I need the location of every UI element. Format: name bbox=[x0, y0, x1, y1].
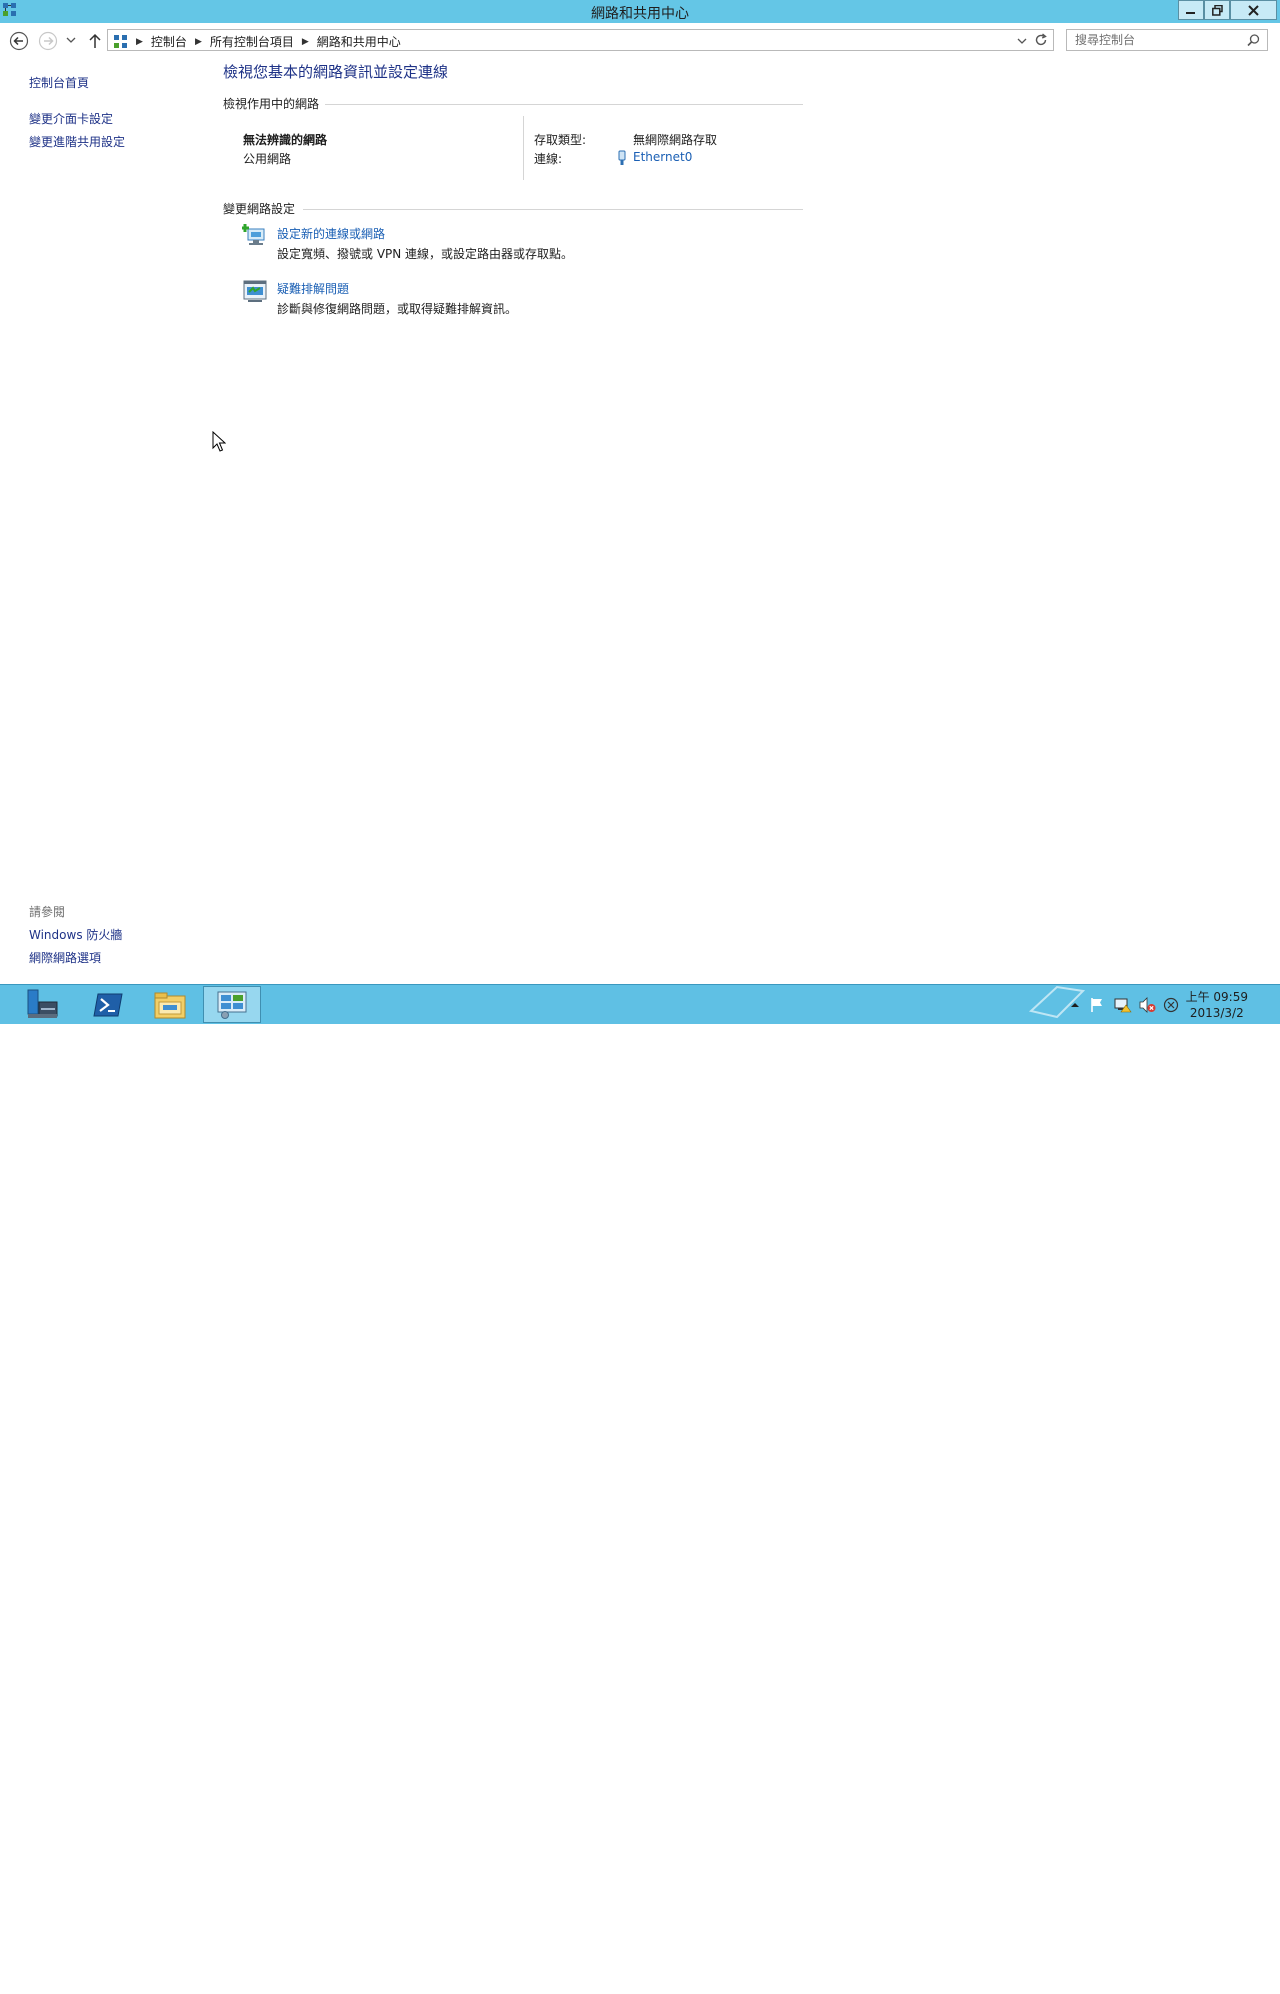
close-button[interactable] bbox=[1230, 0, 1277, 20]
search-icon[interactable] bbox=[1247, 34, 1260, 47]
volume-button[interactable] bbox=[1139, 985, 1157, 1025]
refresh-button[interactable] bbox=[1034, 33, 1048, 50]
see-also-internet-options[interactable]: 網際網路選項 bbox=[29, 949, 101, 966]
section-divider bbox=[303, 209, 803, 210]
minimize-icon bbox=[1186, 12, 1195, 14]
title-bar: 網路和共用中心 bbox=[0, 0, 1280, 23]
restore-icon bbox=[1211, 4, 1223, 16]
taskbar-control-panel[interactable] bbox=[203, 986, 261, 1023]
see-also-windows-firewall[interactable]: Windows 防火牆 bbox=[29, 926, 122, 943]
minimize-button[interactable] bbox=[1178, 0, 1204, 20]
change-settings-heading: 變更網路設定 bbox=[223, 202, 296, 216]
network-info-divider bbox=[523, 116, 524, 180]
breadcrumb: ▶ 控制台 ▶ 所有控制台項目 ▶ 網路和共用中心 bbox=[114, 33, 401, 50]
close-icon bbox=[1248, 4, 1259, 16]
troubleshoot-link[interactable]: 疑難排解問題 bbox=[277, 280, 349, 297]
back-arrow-icon bbox=[9, 31, 29, 51]
system-clock[interactable]: 上午 09:59 2013/3/2 bbox=[1186, 989, 1248, 1021]
network-name: 無法辨識的網路 bbox=[243, 133, 328, 147]
taskbar: TheCollectionBook 上午 09:59 2013/3/2 bbox=[0, 984, 1280, 1994]
recent-locations-button[interactable] bbox=[66, 36, 76, 44]
up-arrow-icon bbox=[89, 33, 101, 48]
clock-date: 2013/3/2 bbox=[1189, 1006, 1244, 1020]
chevron-right-icon[interactable]: ▶ bbox=[302, 37, 309, 47]
breadcrumb-network-center[interactable]: 網路和共用中心 bbox=[317, 33, 401, 50]
up-button[interactable] bbox=[88, 33, 102, 49]
flag-icon bbox=[1091, 998, 1102, 1012]
action-center-button[interactable] bbox=[1089, 985, 1105, 1025]
chevron-down-icon bbox=[1017, 38, 1027, 44]
search-box[interactable] bbox=[1066, 29, 1268, 51]
server-manager-icon bbox=[27, 989, 58, 1018]
chevron-right-icon[interactable]: ▶ bbox=[195, 37, 202, 47]
file-explorer-icon bbox=[154, 992, 186, 1018]
clock-time: 上午 09:59 bbox=[1185, 990, 1248, 1004]
troubleshoot-icon bbox=[243, 280, 267, 302]
forward-button[interactable] bbox=[38, 31, 58, 51]
restore-button[interactable] bbox=[1204, 0, 1230, 20]
mouse-pointer-icon bbox=[212, 431, 226, 452]
taskbar-file-explorer[interactable] bbox=[141, 986, 199, 1023]
back-button[interactable] bbox=[9, 31, 29, 51]
section-divider bbox=[325, 104, 803, 105]
taskbar-server-manager[interactable] bbox=[14, 986, 72, 1023]
active-networks-heading: 檢視作用中的網路 bbox=[223, 97, 320, 111]
address-dropdown-button[interactable] bbox=[1017, 34, 1027, 48]
network-type: 公用網路 bbox=[243, 152, 292, 166]
address-bar[interactable]: ▶ 控制台 ▶ 所有控制台項目 ▶ 網路和共用中心 bbox=[107, 29, 1054, 51]
search-input[interactable] bbox=[1067, 30, 1251, 50]
control-panel-icon bbox=[217, 991, 247, 1019]
sidebar-item-change-advanced-sharing[interactable]: 變更進階共用設定 bbox=[29, 133, 125, 150]
see-also-heading: 請參閱 bbox=[29, 905, 66, 919]
powershell-icon bbox=[93, 993, 123, 1016]
breadcrumb-control-panel[interactable]: 控制台 bbox=[151, 33, 187, 50]
chevron-down-icon bbox=[66, 37, 76, 43]
ethernet-connection-link[interactable]: Ethernet0 bbox=[633, 150, 692, 164]
navigation-bar: ▶ 控制台 ▶ 所有控制台項目 ▶ 網路和共用中心 bbox=[0, 23, 1280, 58]
troubleshoot-desc: 診斷與修復網路問題，或取得疑難排解資訊。 bbox=[277, 302, 518, 316]
connection-label: 連線: bbox=[534, 152, 563, 166]
network-warning-icon bbox=[1114, 998, 1132, 1013]
sidebar-item-change-adapter-settings[interactable]: 變更介面卡設定 bbox=[29, 110, 113, 127]
access-type-label: 存取類型: bbox=[534, 133, 587, 147]
ethernet-icon bbox=[618, 150, 626, 165]
new-connection-icon bbox=[242, 224, 265, 245]
setup-new-connection-link[interactable]: 設定新的連線或網路 bbox=[277, 225, 385, 242]
input-method-button[interactable] bbox=[1163, 985, 1179, 1025]
access-type-value: 無網際網路存取 bbox=[633, 133, 718, 147]
network-status-button[interactable] bbox=[1114, 985, 1132, 1025]
speaker-muted-icon bbox=[1139, 997, 1156, 1013]
show-hidden-icons-button[interactable] bbox=[1070, 985, 1080, 1025]
taskbar-powershell[interactable] bbox=[79, 986, 137, 1023]
ime-icon bbox=[1163, 997, 1179, 1013]
control-panel-icon bbox=[114, 34, 127, 48]
forward-arrow-icon bbox=[38, 31, 58, 51]
setup-new-connection-desc: 設定寬頻、撥號或 VPN 連線，或設定路由器或存取點。 bbox=[277, 247, 574, 261]
watermark-text: TheCollectionBook bbox=[1092, 1974, 1251, 1994]
refresh-icon bbox=[1035, 33, 1047, 46]
chevron-up-icon bbox=[1071, 1003, 1079, 1007]
sidebar-item-control-panel-home[interactable]: 控制台首頁 bbox=[29, 74, 89, 91]
breadcrumb-all-items[interactable]: 所有控制台項目 bbox=[210, 33, 294, 50]
page-title: 檢視您基本的網路資訊並設定連線 bbox=[223, 63, 449, 81]
chevron-right-icon[interactable]: ▶ bbox=[136, 37, 143, 47]
window-title: 網路和共用中心 bbox=[591, 6, 689, 22]
